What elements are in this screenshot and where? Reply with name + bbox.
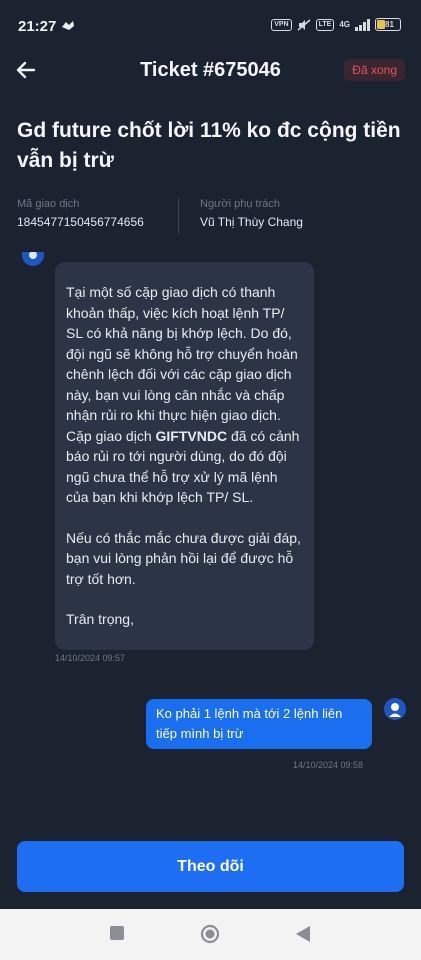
- support-message-timestamp: 14/10/2024 09:57: [55, 653, 126, 663]
- system-nav-bar: [0, 909, 421, 960]
- status-time: 21:27: [18, 18, 57, 35]
- assignee-name: Vũ Thị Thùy Chang: [200, 215, 303, 229]
- status-icons: VPN LTE 4G 81: [271, 18, 401, 31]
- notification-icon: [62, 21, 74, 30]
- message-paragraph: Nếu có thắc mắc chưa được giải đáp, bạn …: [66, 529, 301, 587]
- transaction-label: Mã giao dịch: [17, 198, 80, 210]
- follow-button[interactable]: Theo dõi: [17, 841, 404, 892]
- status-badge: Đã xong: [344, 59, 405, 81]
- message-paragraph: Tại một số cặp giao dịch có thanh khoản …: [66, 284, 298, 423]
- support-avatar: [22, 251, 44, 266]
- transaction-id[interactable]: 1845477150456774656: [17, 215, 144, 229]
- ticket-meta: Mã giao dịch 1845477150456774656 Người p…: [0, 198, 421, 238]
- meta-divider: [178, 198, 179, 234]
- signal-icon: [355, 18, 370, 31]
- message-signoff: Trân trọng,: [66, 611, 134, 627]
- assignee-info: Người phụ trách Vũ Thị Thùy Chang: [200, 198, 303, 229]
- volte-icon: LTE: [315, 18, 335, 31]
- user-avatar-icon: [389, 703, 401, 717]
- home-icon[interactable]: [200, 924, 220, 944]
- top-app-bar: Ticket #675046 Đã xong: [0, 52, 421, 90]
- recents-icon[interactable]: [109, 925, 125, 941]
- pair-name: GIFTVNDC: [155, 427, 228, 444]
- user-avatar: [384, 698, 406, 720]
- battery-icon: 81: [375, 18, 401, 31]
- mute-icon: [297, 18, 311, 31]
- transaction-info: Mã giao dịch 1845477150456774656: [17, 198, 144, 229]
- status-bar: 21:27 VPN LTE 4G 81: [0, 0, 421, 52]
- vpn-icon: VPN: [271, 18, 292, 31]
- message-paragraph: Cặp giao dịch GIFTVNDC đã có cảnh báo rủ…: [66, 427, 300, 506]
- back-nav-icon[interactable]: [295, 925, 311, 943]
- user-message: Ko phải 1 lệnh mà tới 2 lệnh liên tiếp m…: [146, 699, 372, 749]
- user-message-timestamp: 14/10/2024 09:58: [293, 760, 364, 770]
- assignee-label: Người phụ trách: [200, 198, 281, 210]
- ticket-subject: Gd future chốt lời 11% ko đc cộng tiền v…: [17, 119, 401, 172]
- network-type: 4G: [339, 20, 350, 29]
- support-avatar-icon: [29, 251, 37, 259]
- support-message: Tại một số cặp giao dịch có thanh khoản …: [55, 262, 314, 650]
